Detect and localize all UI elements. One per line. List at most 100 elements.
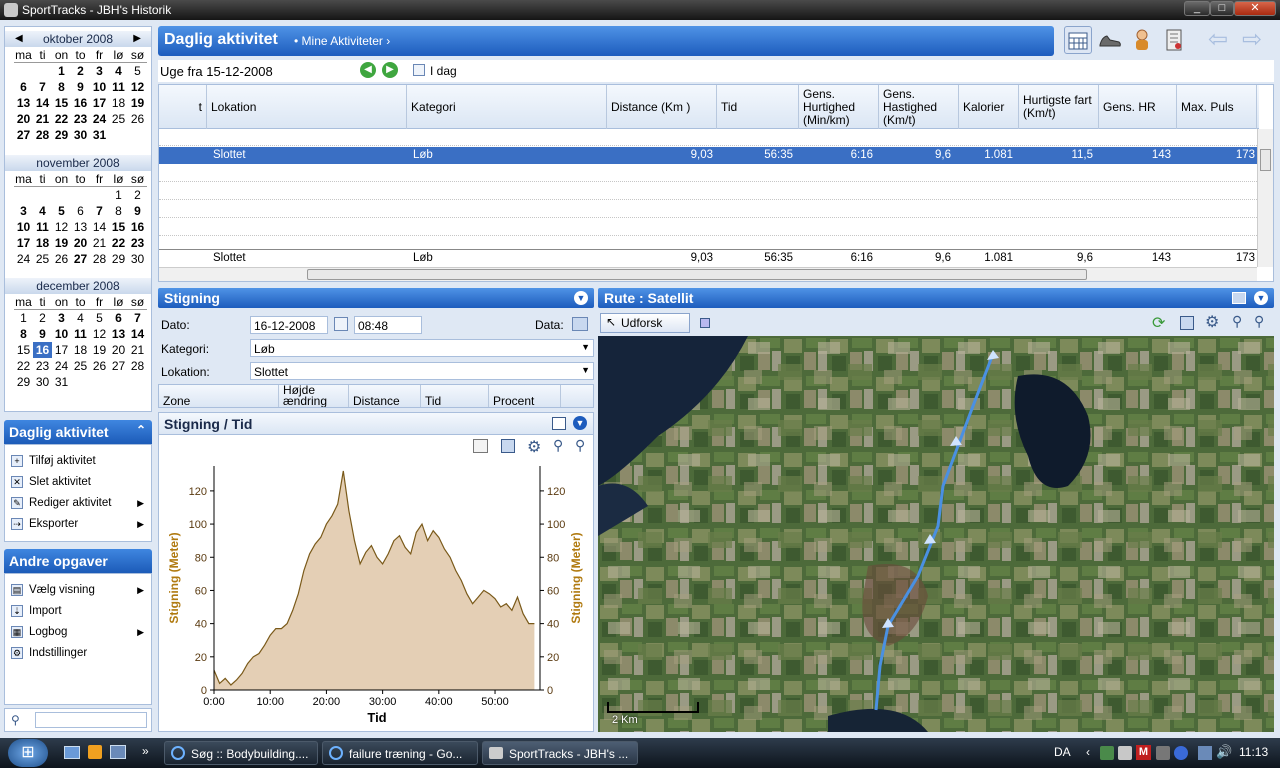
minimize-button[interactable]: _ <box>1184 1 1210 16</box>
calendar-day[interactable]: 1 <box>14 310 33 326</box>
vertical-scrollbar[interactable] <box>1257 129 1273 267</box>
calendar-day[interactable]: 19 <box>128 95 147 111</box>
column-header[interactable]: Gens. Hurtighed (Min/km) <box>799 85 879 129</box>
breadcrumb[interactable]: • Mine Aktiviteter › <box>294 34 390 48</box>
media-player-icon[interactable] <box>88 745 102 759</box>
calendar-day[interactable]: 24 <box>90 111 109 127</box>
calendar-day[interactable]: 3 <box>52 310 71 326</box>
kategori-select[interactable]: Løb ▼ <box>250 339 594 357</box>
hscroll-thumb[interactable] <box>307 269 1087 280</box>
calendar-view-icon[interactable] <box>1064 26 1092 54</box>
calendar-day[interactable]: 24 <box>14 251 33 267</box>
athlete-icon[interactable] <box>1128 26 1156 54</box>
close-button[interactable]: ✕ <box>1234 1 1276 16</box>
tray-device-icon[interactable] <box>1156 746 1170 760</box>
column-header[interactable]: t <box>159 85 207 129</box>
calendar-day[interactable]: 4 <box>33 203 52 219</box>
show-desktop-icon[interactable] <box>64 746 80 759</box>
calendar-day[interactable]: 15 <box>109 219 128 235</box>
calendar-day[interactable]: 2 <box>71 63 90 79</box>
calendar-day[interactable]: 28 <box>90 251 109 267</box>
calendar-day[interactable]: 19 <box>90 342 109 358</box>
switch-windows-icon[interactable] <box>110 745 126 759</box>
calendar-day[interactable]: 24 <box>52 358 71 374</box>
calendar-day[interactable]: 13 <box>14 95 33 111</box>
task-item-eksporter[interactable]: ⇢ Eksporter ▶ <box>11 516 146 532</box>
calendar-day[interactable]: 3 <box>90 63 109 79</box>
calendar-day[interactable]: 14 <box>90 219 109 235</box>
calendar-day[interactable]: 8 <box>109 203 128 219</box>
calendar-day[interactable]: 23 <box>128 235 147 251</box>
calendar-day[interactable]: 10 <box>14 219 33 235</box>
calendar-day[interactable]: 3 <box>14 203 33 219</box>
calendar-day[interactable]: 1 <box>52 63 71 79</box>
back-button[interactable]: ⇦ <box>1204 26 1232 54</box>
time-field[interactable]: 08:48 <box>354 316 422 334</box>
split-view-icon[interactable] <box>1232 292 1246 304</box>
date-picker-icon[interactable] <box>334 317 348 331</box>
calendar-day[interactable]: 27 <box>71 251 90 267</box>
calendar-day[interactable]: 25 <box>33 251 52 267</box>
calendar-day[interactable]: 21 <box>90 235 109 251</box>
calendar-day[interactable]: 8 <box>14 326 33 342</box>
calendar-day[interactable]: 18 <box>109 95 128 111</box>
zoom-in-icon[interactable]: ⚲ <box>575 437 585 454</box>
tray-expand-icon[interactable]: ‹ <box>1086 745 1090 759</box>
calendar-day[interactable]: 7 <box>128 310 147 326</box>
calendar-day[interactable]: 28 <box>128 358 147 374</box>
collapse-icon[interactable]: ⌃ <box>136 423 146 437</box>
calendar-day[interactable]: 17 <box>14 235 33 251</box>
calendar-day[interactable]: 31 <box>52 374 71 390</box>
next-week-icon[interactable]: ▶ <box>382 62 398 78</box>
calendar-day[interactable]: 27 <box>109 358 128 374</box>
calendar-day[interactable]: 31 <box>90 127 109 143</box>
calendar-day[interactable]: 6 <box>71 203 90 219</box>
split-view-icon[interactable] <box>552 417 566 430</box>
calendar-day[interactable]: 4 <box>109 63 128 79</box>
column-header[interactable]: Max. Puls <box>1177 85 1257 129</box>
calendar-day[interactable]: 30 <box>128 251 147 267</box>
chart-menu-icon[interactable]: ▼ <box>573 416 587 430</box>
calendar-day[interactable]: 19 <box>52 235 71 251</box>
language-indicator[interactable]: DA <box>1054 745 1071 759</box>
column-header[interactable]: Hurtigste fart (Km/t) <box>1019 85 1099 129</box>
calendar-day[interactable]: 6 <box>109 310 128 326</box>
calendar-day[interactable]: 20 <box>71 235 90 251</box>
calendar-day[interactable]: 26 <box>90 358 109 374</box>
explore-button[interactable]: ↖ Udforsk <box>600 313 690 333</box>
calendar-day[interactable]: 11 <box>109 79 128 95</box>
zoom-in-icon[interactable]: ⚲ <box>1254 313 1264 330</box>
calendar-day[interactable]: 7 <box>33 79 52 95</box>
calendar-day[interactable]: 12 <box>128 79 147 95</box>
route-menu-icon[interactable]: ▼ <box>1254 291 1268 305</box>
lokation-select[interactable]: Slottet ▼ <box>250 362 594 380</box>
calendar-day[interactable]: 23 <box>33 358 52 374</box>
calendar-day[interactable]: 16 <box>33 342 52 358</box>
calendar-day[interactable]: 28 <box>33 127 52 143</box>
calendar-day[interactable]: 13 <box>71 219 90 235</box>
volume-icon[interactable]: 🔊 <box>1216 744 1232 760</box>
zone-column-header[interactable]: Distance <box>349 385 421 407</box>
calendar-day[interactable]: 8 <box>52 79 71 95</box>
start-button[interactable]: ⊞ <box>8 739 48 767</box>
calendar-day[interactable]: 25 <box>71 358 90 374</box>
today-button[interactable]: I dag <box>430 64 457 78</box>
dato-field[interactable]: 16-12-2008 <box>250 316 328 334</box>
taskbar-item-failure[interactable]: failure træning - Go... <box>322 741 478 765</box>
calendar-day[interactable]: 12 <box>90 326 109 342</box>
satellite-map[interactable]: 2 Km <box>598 336 1274 732</box>
zone-column-header[interactable]: Højde ændring <box>279 385 349 407</box>
column-header[interactable]: Kalorier <box>959 85 1019 129</box>
logbook-toolbar-icon[interactable] <box>1160 26 1188 54</box>
column-header[interactable]: Gens. HR <box>1099 85 1177 129</box>
calendar-day[interactable]: 16 <box>71 95 90 111</box>
gear-icon[interactable]: ⚙ <box>1205 312 1219 332</box>
calendar-day[interactable]: 5 <box>90 310 109 326</box>
column-header[interactable]: Kategori <box>407 85 607 129</box>
calendar-day[interactable]: 22 <box>14 358 33 374</box>
chevron-down-icon[interactable]: ▼ <box>581 365 590 375</box>
task-item-tilf-j-aktivitet[interactable]: + Tilføj aktivitet <box>11 453 146 469</box>
today-calendar-icon[interactable] <box>413 64 425 76</box>
save-icon[interactable] <box>501 439 515 453</box>
zoom-out-icon[interactable]: ⚲ <box>553 437 563 454</box>
